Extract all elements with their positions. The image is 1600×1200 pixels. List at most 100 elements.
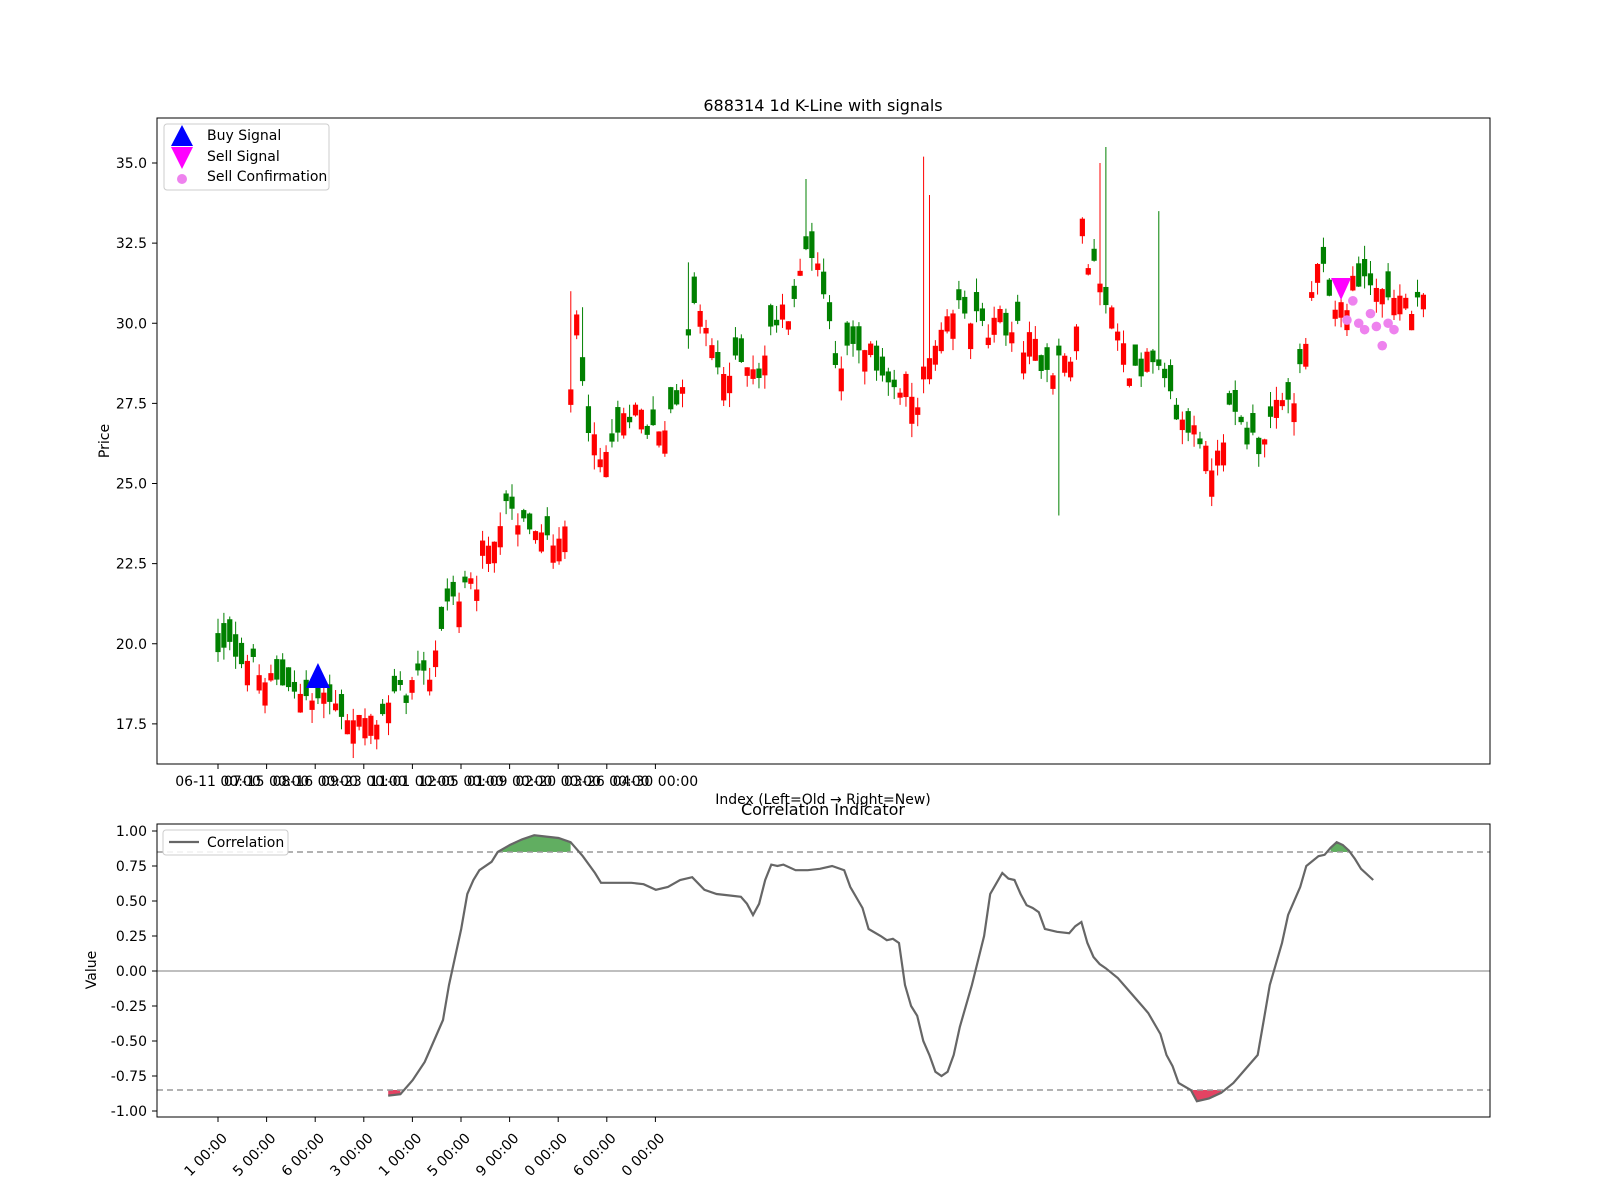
candle-body	[1197, 438, 1203, 445]
correlation-y-tick-label: 0.25	[116, 929, 147, 945]
candle-body	[797, 270, 803, 276]
candle-body	[1050, 375, 1056, 389]
candle-body	[832, 353, 838, 365]
candle-body	[1103, 286, 1109, 306]
candle-body	[1179, 419, 1185, 431]
candle-body	[380, 703, 386, 715]
candle-body	[409, 680, 415, 693]
candle-body	[627, 416, 633, 423]
candle-body	[285, 667, 292, 688]
candle-body	[1403, 297, 1409, 309]
candle-body	[921, 366, 927, 380]
candle-body	[1314, 263, 1321, 283]
legend-buy-label: Buy Signal	[207, 128, 281, 144]
candle-body	[397, 679, 403, 685]
candle-body	[815, 263, 821, 270]
candle-body	[568, 389, 574, 405]
correlation-x-tick-label: 3 00:00	[327, 1131, 376, 1180]
candle-body	[862, 350, 868, 372]
correlation-axis-label: Value	[84, 951, 100, 989]
sell-signal-marker	[1331, 277, 1352, 300]
candle-body	[779, 304, 786, 320]
candle-body	[1150, 350, 1156, 363]
candle-body	[1191, 425, 1197, 435]
candle-body	[1285, 382, 1291, 400]
candle-body	[1244, 427, 1250, 445]
candle-body	[1032, 338, 1038, 361]
candle-body	[532, 531, 539, 541]
candle-body	[438, 606, 445, 629]
candle-body	[1338, 302, 1344, 318]
candle-body	[597, 459, 603, 468]
candle-body	[1162, 368, 1168, 379]
candle-body	[1009, 332, 1015, 344]
candle-body	[474, 589, 480, 601]
correlation-x-tick-label: 6 00:00	[570, 1131, 619, 1180]
candle-body	[244, 660, 250, 686]
price-chart-title: 688314 1d K-Line with signals	[703, 96, 942, 115]
candlesticks	[215, 146, 1426, 759]
candle-body	[715, 352, 721, 368]
candle-body	[427, 679, 433, 692]
candle-body	[1073, 326, 1080, 352]
candle-body	[856, 326, 862, 351]
legend-correlation-label: Correlation	[207, 835, 284, 851]
candle-body	[1062, 355, 1068, 373]
candle-body	[456, 601, 462, 628]
candle-body	[1279, 400, 1285, 407]
candle-body	[297, 693, 303, 713]
candle-body	[844, 322, 850, 346]
candle-body	[1262, 439, 1268, 445]
figure: 688314 1d K-Line with signals 17.5 20.0 22…	[84, 96, 1491, 1180]
candle-body	[1256, 437, 1262, 455]
correlation-y-tick-label: 0.00	[116, 964, 147, 980]
price-y-tick-label: 22.5	[116, 557, 147, 573]
candle-body	[703, 327, 709, 334]
candle-body	[1420, 294, 1426, 310]
candle-body	[997, 309, 1003, 323]
candle-body	[1226, 393, 1232, 405]
candle-body	[509, 496, 515, 509]
correlation-y-tick-label: -0.50	[111, 1034, 147, 1050]
candle-body	[544, 516, 550, 536]
candle-body	[538, 532, 544, 552]
correlation-y-tick-label: 0.50	[116, 894, 147, 910]
candle-body	[891, 379, 897, 388]
candle-body	[809, 231, 815, 259]
candle-body	[1267, 406, 1274, 417]
price-legend: Buy Signal Sell Signal Sell Confirmation	[163, 123, 330, 191]
candle-body	[1003, 312, 1009, 336]
candle-body	[915, 407, 921, 415]
candle-body	[1409, 314, 1415, 331]
candle-body	[468, 578, 474, 584]
candle-body	[432, 650, 439, 668]
candle-body	[1309, 292, 1315, 298]
candle-body	[1385, 271, 1391, 298]
candle-body	[485, 545, 492, 564]
candle-body	[662, 430, 668, 454]
candle-body	[574, 314, 580, 336]
candle-body	[562, 526, 568, 553]
candle-body	[1209, 470, 1215, 497]
correlation-y-tick-label: -0.75	[111, 1069, 147, 1085]
candle-body	[1144, 351, 1150, 372]
candle-body	[1367, 273, 1374, 286]
price-x-tick-label: 04-30 00:00	[613, 774, 698, 790]
candle-body	[368, 715, 374, 736]
candle-body	[262, 682, 268, 706]
price-y-tick-label: 20.0	[116, 637, 147, 653]
candle-body	[903, 373, 909, 398]
candle-body	[1138, 358, 1144, 377]
candle-body	[374, 724, 380, 740]
candle-body	[909, 396, 915, 424]
candle-body	[1297, 349, 1303, 365]
price-y-tick-label: 17.5	[116, 717, 147, 733]
candle-body	[750, 369, 756, 379]
correlation-x-tick-label: 1 00:00	[182, 1131, 231, 1180]
candle-body	[985, 337, 991, 346]
candle-body	[1273, 399, 1279, 418]
candle-body	[491, 541, 497, 564]
candle-body	[1015, 301, 1021, 321]
candle-body	[1250, 413, 1256, 433]
candle-body	[726, 375, 733, 394]
